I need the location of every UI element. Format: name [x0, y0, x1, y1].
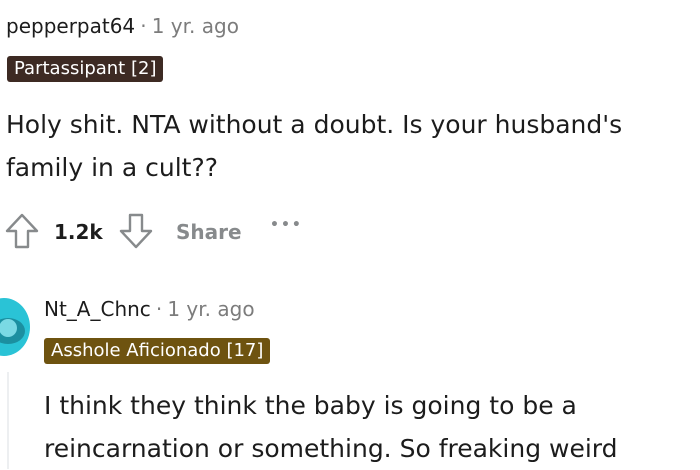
avatar-icon [0, 318, 25, 344]
user-flair: Asshole Aficionado [17] [44, 338, 271, 364]
comment-header: pepperpat64 · 1 yr. ago [6, 14, 239, 38]
comment-body: I think they think the baby is going to … [44, 384, 618, 470]
share-button[interactable]: Share [176, 220, 242, 244]
thread-line[interactable] [7, 372, 9, 469]
comment-text-line: family in a cult?? [6, 153, 218, 182]
comment-timestamp[interactable]: 1 yr. ago [152, 14, 239, 38]
comment-text-line: Holy shit. NTA without a doubt. Is your … [6, 110, 623, 139]
comment-timestamp[interactable]: 1 yr. ago [167, 297, 254, 321]
comment-text-line: reincarnation or something. So freaking … [44, 434, 618, 463]
more-options-icon[interactable]: ••• [270, 217, 303, 233]
vote-count: 1.2k [54, 220, 103, 244]
comment-body: Holy shit. NTA without a doubt. Is your … [6, 103, 622, 189]
avatar[interactable] [0, 298, 30, 356]
upvote-button[interactable] [4, 212, 44, 250]
upvote-icon [5, 213, 39, 249]
comment-author[interactable]: pepperpat64 [6, 14, 135, 38]
downvote-button[interactable] [118, 212, 158, 250]
user-flair: Partassipant [2] [7, 56, 164, 82]
comment-text-line: I think they think the baby is going to … [44, 391, 577, 420]
meta-separator: · [155, 297, 163, 321]
downvote-icon [119, 213, 153, 249]
comment-header: Nt_A_Chnc · 1 yr. ago [44, 297, 255, 321]
meta-separator: · [140, 14, 147, 38]
comment-author[interactable]: Nt_A_Chnc [44, 297, 151, 321]
